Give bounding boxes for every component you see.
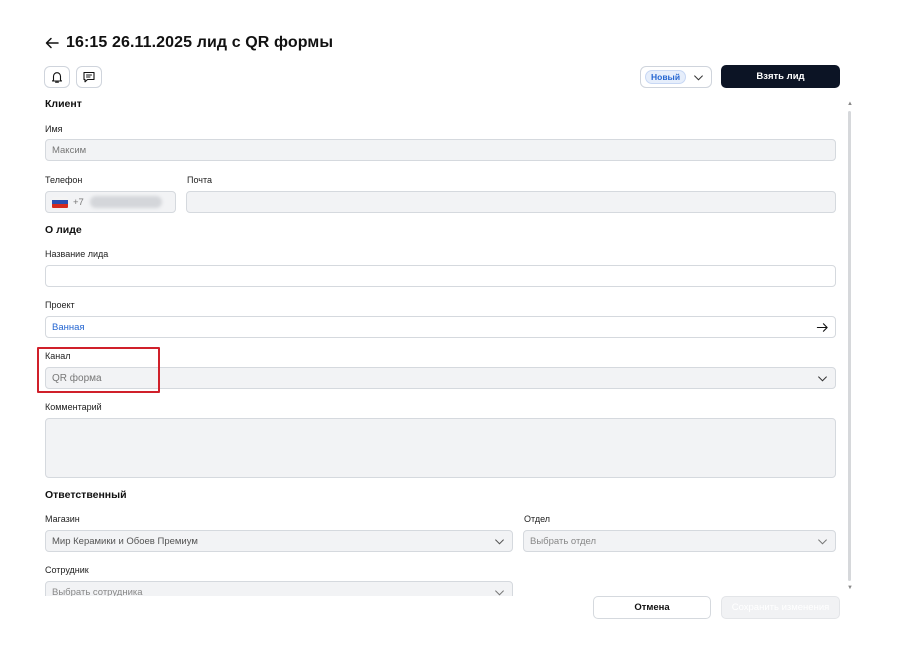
name-field[interactable]: Максим xyxy=(45,139,836,161)
scroll-clip xyxy=(0,596,560,669)
russia-flag-icon[interactable] xyxy=(52,196,68,208)
phone-number-blurred xyxy=(89,196,162,208)
department-select[interactable]: Выбрать отдел xyxy=(523,530,836,552)
project-label: Проект xyxy=(45,300,75,310)
channel-select[interactable]: QR форма xyxy=(45,367,836,389)
comment-textarea[interactable] xyxy=(45,418,836,478)
page-title: 16:15 26.11.2025 лид с QR формы xyxy=(66,34,334,51)
status-badge: Новый xyxy=(645,69,687,85)
email-label: Почта xyxy=(187,175,212,185)
scrollbar-thumb[interactable] xyxy=(848,111,851,581)
back-arrow-icon[interactable] xyxy=(44,35,60,51)
responsible-section-title: Ответственный xyxy=(45,489,127,501)
phone-label: Телефон xyxy=(45,175,83,185)
project-field[interactable]: Ванная xyxy=(45,316,836,338)
comment-label: Комментарий xyxy=(45,402,102,412)
scroll-up-icon[interactable]: ▲ xyxy=(847,101,853,107)
name-value: Максим xyxy=(52,144,87,156)
chevron-down-icon xyxy=(818,376,827,382)
chevron-down-icon xyxy=(818,539,827,545)
take-lead-button[interactable]: Взять лид xyxy=(721,65,840,88)
notifications-button[interactable] xyxy=(44,66,70,88)
save-changes-button[interactable]: Сохранить изменения xyxy=(721,596,840,619)
store-select[interactable]: Мир Керамики и Обоев Премиум xyxy=(45,530,513,552)
cancel-button[interactable]: Отмена xyxy=(593,596,711,619)
name-label: Имя xyxy=(45,124,63,134)
comment-icon xyxy=(83,71,95,83)
page-header: 16:15 26.11.2025 лид с QR формы xyxy=(44,32,333,54)
client-section-title: Клиент xyxy=(45,98,82,110)
status-select[interactable]: Новый xyxy=(640,66,712,88)
channel-highlight-box xyxy=(37,347,160,393)
store-value: Мир Керамики и Обоев Премиум xyxy=(52,535,198,547)
arrow-right-icon[interactable] xyxy=(816,321,829,334)
lead-name-input[interactable] xyxy=(45,265,836,287)
department-placeholder: Выбрать отдел xyxy=(530,535,597,547)
project-link[interactable]: Ванная xyxy=(52,322,85,333)
employee-label: Сотрудник xyxy=(45,565,89,575)
phone-field[interactable]: +7 xyxy=(45,191,176,213)
bell-icon xyxy=(51,72,63,83)
lead-section-title: О лиде xyxy=(45,224,82,236)
phone-prefix: +7 xyxy=(73,196,84,208)
scrollbar[interactable]: ▲ ▼ xyxy=(846,101,854,593)
comments-button[interactable] xyxy=(76,66,102,88)
email-field[interactable] xyxy=(186,191,836,213)
store-label: Магазин xyxy=(45,514,80,524)
department-label: Отдел xyxy=(524,514,551,524)
chevron-down-icon xyxy=(694,75,703,81)
chevron-down-icon xyxy=(495,539,504,545)
lead-name-label: Название лида xyxy=(45,249,109,259)
scroll-down-icon[interactable]: ▼ xyxy=(847,585,853,591)
